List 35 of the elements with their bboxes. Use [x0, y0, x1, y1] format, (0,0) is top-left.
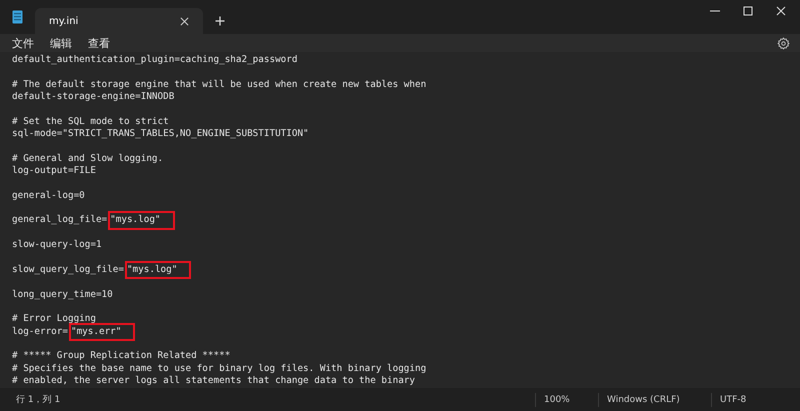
close-tab-icon[interactable]: [180, 16, 189, 26]
code-line: slow_query_log_file=: [12, 264, 124, 275]
code-line: # ***** Group Replication Related *****: [12, 350, 230, 362]
line-ending[interactable]: Windows (CRLF): [598, 392, 711, 406]
code-line: general_log_file=: [12, 214, 108, 226]
code-line: # enabled, the server logs all statements that change data to the binary: [12, 374, 415, 386]
code-line: # Set the SQL mode to strict: [12, 116, 169, 127]
code-line: default_authentication_plugin=caching_sha2_password: [12, 54, 298, 65]
settings-icon[interactable]: [777, 36, 790, 50]
code-line: # General and Slow logging.: [12, 152, 164, 164]
code-line: general-log=0: [12, 190, 85, 201]
code-line: log-error=: [12, 326, 68, 337]
text-editor[interactable]: [0, 52, 800, 388]
zoom-level[interactable]: 100%: [535, 392, 598, 406]
code-line: # Error Logging: [12, 313, 96, 324]
code-line: default-storage-engine=INNODB: [12, 91, 174, 102]
code-line: # The default storage engine that will be used when create new tables when: [12, 78, 426, 90]
plus-icon[interactable]: [215, 16, 225, 26]
code-line: # Specifies the base name to use for binary log files. With binary logging: [12, 362, 426, 374]
highlighted-value: "mys.log": [124, 260, 192, 280]
code-line: sql-mode="STRICT_TRANS_TABLES,NO_ENGINE_SUBSTITUTION": [12, 128, 309, 140]
cursor-position: 行 1，列 1: [16, 394, 60, 406]
notepad-icon: [12, 10, 23, 24]
maximize-icon[interactable]: [742, 6, 752, 16]
menu-item[interactable]: 查看: [82, 34, 116, 52]
code-line: slow-query-log=1: [12, 239, 102, 250]
code-line: log-output=FILE: [12, 165, 96, 176]
file-tab[interactable]: my.ini: [35, 8, 203, 34]
menu-item[interactable]: 文件: [6, 34, 40, 52]
highlighted-value: "mys.err": [68, 322, 136, 341]
encoding[interactable]: UTF-8: [711, 392, 798, 406]
close-icon[interactable]: [776, 6, 786, 16]
code-line: long_query_time=10: [12, 288, 113, 300]
menu-item[interactable]: 编辑: [44, 34, 78, 52]
highlighted-value: "mys.log": [108, 211, 175, 230]
